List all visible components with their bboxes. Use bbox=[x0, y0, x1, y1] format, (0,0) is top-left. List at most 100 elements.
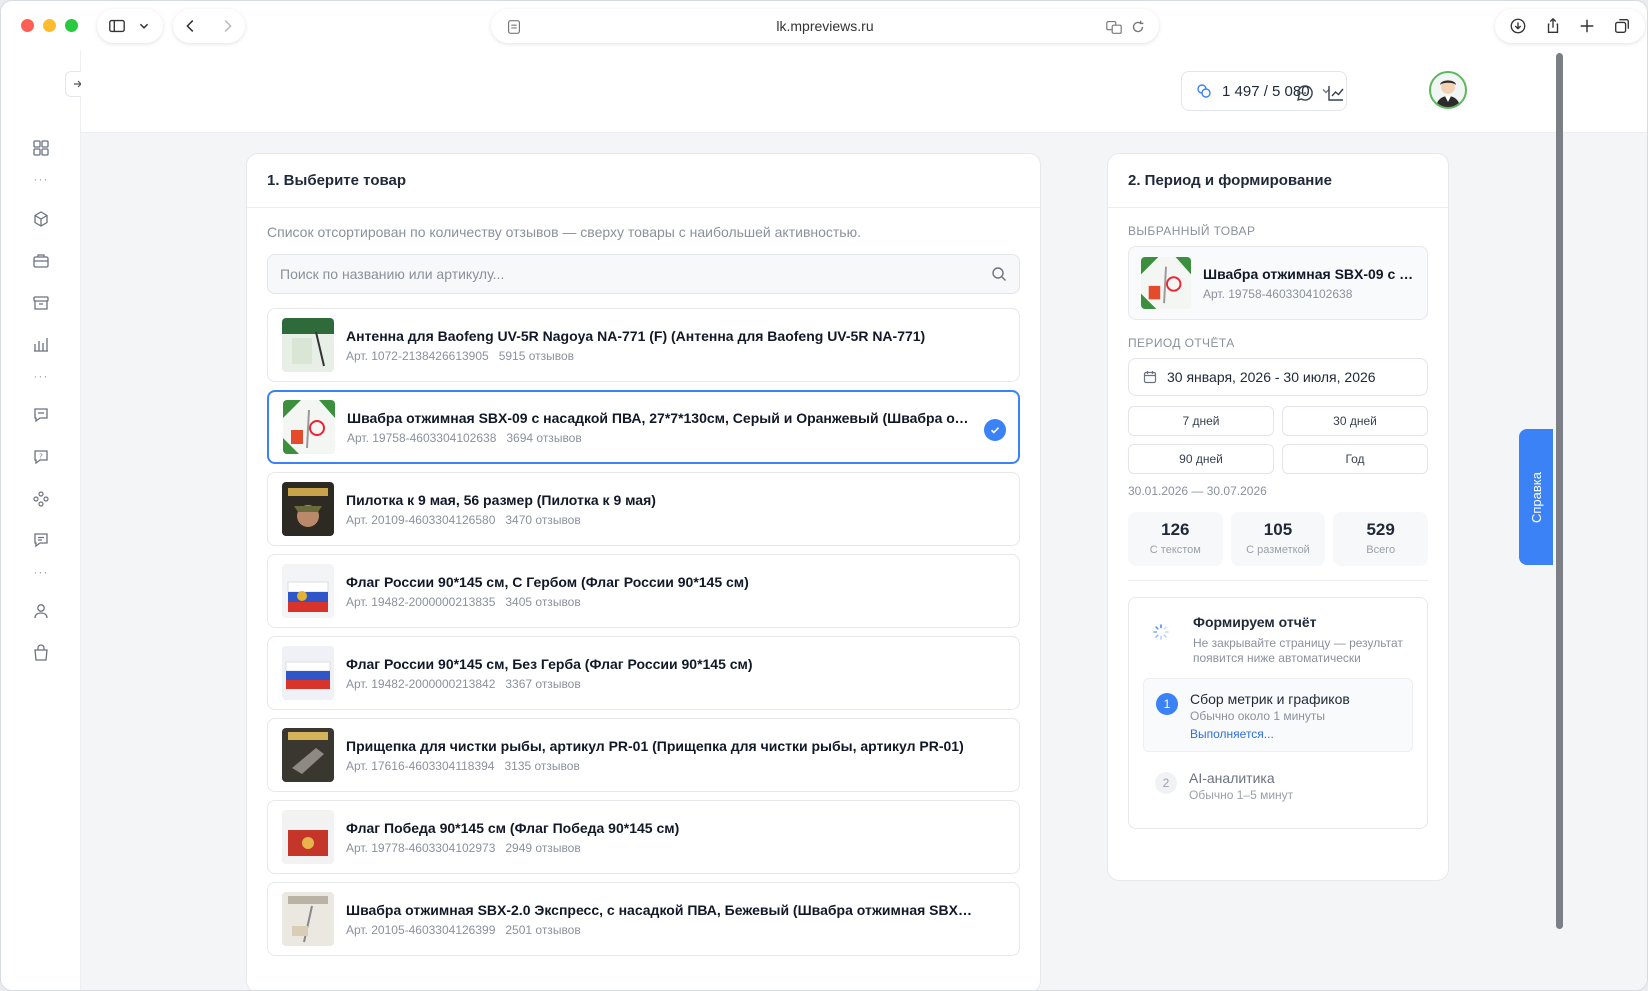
product-thumbnail bbox=[282, 728, 334, 782]
period-90-days-button[interactable]: 90 дней bbox=[1128, 444, 1274, 474]
product-row[interactable]: Флаг России 90*145 см, С Гербом (Флаг Ро… bbox=[267, 554, 1020, 628]
period-year-button[interactable]: Год bbox=[1282, 444, 1428, 474]
scrollbar-thumb[interactable] bbox=[1556, 53, 1563, 929]
analytics-icon[interactable] bbox=[1326, 83, 1346, 103]
product-sku: Арт. 20109-4603304126580 bbox=[346, 512, 496, 527]
sort-hint: Список отсортирован по количеству отзыво… bbox=[267, 224, 861, 240]
product-row[interactable]: Прищепка для чистки рыбы, артикул PR-01 … bbox=[267, 718, 1020, 792]
download-icon[interactable] bbox=[1509, 17, 1527, 35]
stat-label: С разметкой bbox=[1246, 544, 1310, 556]
address-actions bbox=[1105, 18, 1147, 36]
product-select-card: 1. Выберите товар Список отсортирован по… bbox=[246, 153, 1041, 990]
product-row[interactable]: Антенна для Baofeng UV-5R Nagoya NA-771 … bbox=[267, 308, 1020, 382]
separator-dots: ··· bbox=[33, 369, 49, 383]
product-sku: Арт. 19758-4603304102638 bbox=[347, 430, 497, 445]
spinner-icon bbox=[1153, 624, 1169, 640]
back-icon[interactable] bbox=[182, 17, 200, 35]
step-ai-analytics: 2 AI-аналитика Обычно 1–5 минут bbox=[1143, 766, 1413, 816]
product-reviews: 3405 отзывов bbox=[505, 594, 581, 609]
zoom-window-button[interactable] bbox=[65, 19, 78, 32]
date-range-picker[interactable]: 30 января, 2026 - 30 июля, 2026 bbox=[1128, 358, 1428, 396]
period-card-title: 2. Период и формирование bbox=[1108, 154, 1448, 208]
product-list: Антенна для Baofeng UV-5R Nagoya NA-771 … bbox=[267, 308, 1020, 964]
product-reviews: 5915 отзывов bbox=[498, 348, 575, 363]
product-thumbnail bbox=[283, 400, 335, 454]
user-icon[interactable] bbox=[31, 601, 51, 621]
product-name: Флаг Победа 90*145 см (Флаг Победа 90*14… bbox=[346, 819, 680, 836]
selected-product-label: Выбранный товар bbox=[1128, 224, 1256, 238]
period-label: Период отчёта bbox=[1128, 336, 1235, 350]
product-row[interactable]: Флаг Победа 90*145 см (Флаг Победа 90*14… bbox=[267, 800, 1020, 874]
stat-label: С текстом bbox=[1149, 544, 1201, 556]
product-row[interactable]: Швабра отжимная SBX-2.0 Экспресс, с наса… bbox=[267, 882, 1020, 956]
briefcase-icon[interactable] bbox=[31, 251, 51, 271]
bag-icon[interactable] bbox=[31, 643, 51, 663]
sidebar-icon[interactable] bbox=[108, 17, 126, 35]
step-number: 1 bbox=[1156, 693, 1178, 715]
product-name: Швабра отжимная SBX-09 с насадкой ПВА, 2… bbox=[347, 409, 972, 426]
product-row[interactable]: Флаг России 90*145 см, Без Герба (Флаг Р… bbox=[267, 636, 1020, 710]
product-reviews: 2949 отзывов bbox=[505, 840, 581, 855]
product-reviews: 3470 отзывов bbox=[505, 512, 581, 527]
product-reviews: 3135 отзывов bbox=[504, 758, 580, 773]
translate-icon[interactable] bbox=[1105, 18, 1123, 36]
balance-dropdown[interactable]: 1 497 / 5 080 bbox=[1181, 71, 1347, 111]
product-card-title: 1. Выберите товар bbox=[247, 154, 1040, 208]
product-name: Флаг России 90*145 см, С Гербом (Флаг Ро… bbox=[346, 573, 749, 590]
product-sku: Арт. 17616-4603304118394 bbox=[346, 758, 495, 773]
period-30-days-button[interactable]: 30 дней bbox=[1282, 406, 1428, 436]
product-reviews: 3694 отзывов bbox=[506, 430, 582, 445]
box-icon[interactable] bbox=[31, 209, 51, 229]
chat-icon[interactable] bbox=[31, 405, 51, 425]
period-7-days-button[interactable]: 7 дней bbox=[1128, 406, 1274, 436]
generation-subtitle: Не закрывайте страницу — результат появи… bbox=[1193, 636, 1403, 665]
question-icon[interactable]: ? bbox=[31, 447, 51, 467]
avatar[interactable] bbox=[1429, 71, 1467, 109]
minimize-window-button[interactable] bbox=[43, 19, 56, 32]
stat-value: 529 bbox=[1366, 520, 1395, 539]
chat-bubble-icon[interactable] bbox=[1295, 83, 1315, 103]
product-thumbnail bbox=[282, 646, 334, 700]
tabs-overview-icon[interactable] bbox=[1613, 17, 1631, 35]
product-sku: Арт. 20105-4603304126399 bbox=[346, 922, 496, 937]
dashboard-icon[interactable] bbox=[31, 138, 51, 158]
main-content: 1. Выберите товар Список отсортирован по… bbox=[81, 133, 1647, 990]
archive-icon[interactable] bbox=[31, 293, 51, 313]
browser-toolbar: lk.mpreviews.ru bbox=[1, 1, 1647, 51]
chart-icon[interactable] bbox=[31, 334, 51, 354]
period-card: 2. Период и формирование Выбранный товар… bbox=[1107, 153, 1449, 881]
help-tab[interactable]: Справка bbox=[1519, 429, 1553, 565]
address-bar[interactable]: lk.mpreviews.ru bbox=[491, 9, 1159, 43]
scrollbar[interactable] bbox=[1554, 53, 1564, 933]
network-icon[interactable] bbox=[31, 489, 51, 509]
share-icon[interactable] bbox=[1544, 17, 1562, 35]
browser-actions bbox=[1495, 9, 1645, 43]
product-sku: Арт. 19482-2000000213842 bbox=[346, 676, 496, 691]
step-title: Сбор метрик и графиков bbox=[1190, 691, 1350, 707]
search-icon[interactable] bbox=[991, 266, 1007, 282]
product-row-selected[interactable]: Швабра отжимная SBX-09 с насадкой ПВА, 2… bbox=[267, 390, 1020, 464]
search-input[interactable] bbox=[280, 266, 991, 282]
url-text[interactable]: lk.mpreviews.ru bbox=[491, 18, 1159, 34]
separator-dots: ··· bbox=[33, 172, 49, 186]
selected-product: Швабра отжимная SBX-09 с насадкой ПВА Ар… bbox=[1128, 246, 1428, 320]
stat-label: Всего bbox=[1366, 544, 1396, 556]
selected-product-sku: Арт. 19758-4603304102638 bbox=[1203, 286, 1353, 301]
new-tab-icon[interactable] bbox=[1578, 17, 1596, 35]
stat-total: 529 Всего bbox=[1333, 512, 1428, 566]
product-name: Швабра отжимная SBX-2.0 Экспресс, с наса… bbox=[346, 901, 973, 918]
app-sidebar: ··· ··· ? ··· bbox=[1, 51, 91, 990]
separator-dots: ··· bbox=[33, 565, 49, 579]
product-row[interactable]: Пилотка к 9 мая, 56 размер (Пилотка к 9 … bbox=[267, 472, 1020, 546]
product-thumbnail bbox=[282, 318, 334, 372]
step-subtitle: Обычно около 1 минуты bbox=[1190, 709, 1326, 723]
product-reviews: 2501 отзывов bbox=[505, 922, 581, 937]
stat-value: 105 bbox=[1263, 520, 1293, 539]
messages-icon[interactable] bbox=[31, 530, 51, 550]
forward-icon[interactable] bbox=[218, 17, 236, 35]
reload-icon[interactable] bbox=[1129, 18, 1147, 36]
chevron-down-icon[interactable] bbox=[135, 17, 153, 35]
step-number: 2 bbox=[1155, 772, 1177, 794]
close-window-button[interactable] bbox=[21, 19, 34, 32]
selected-product-name: Швабра отжимная SBX-09 с насадкой ПВА bbox=[1203, 265, 1415, 282]
